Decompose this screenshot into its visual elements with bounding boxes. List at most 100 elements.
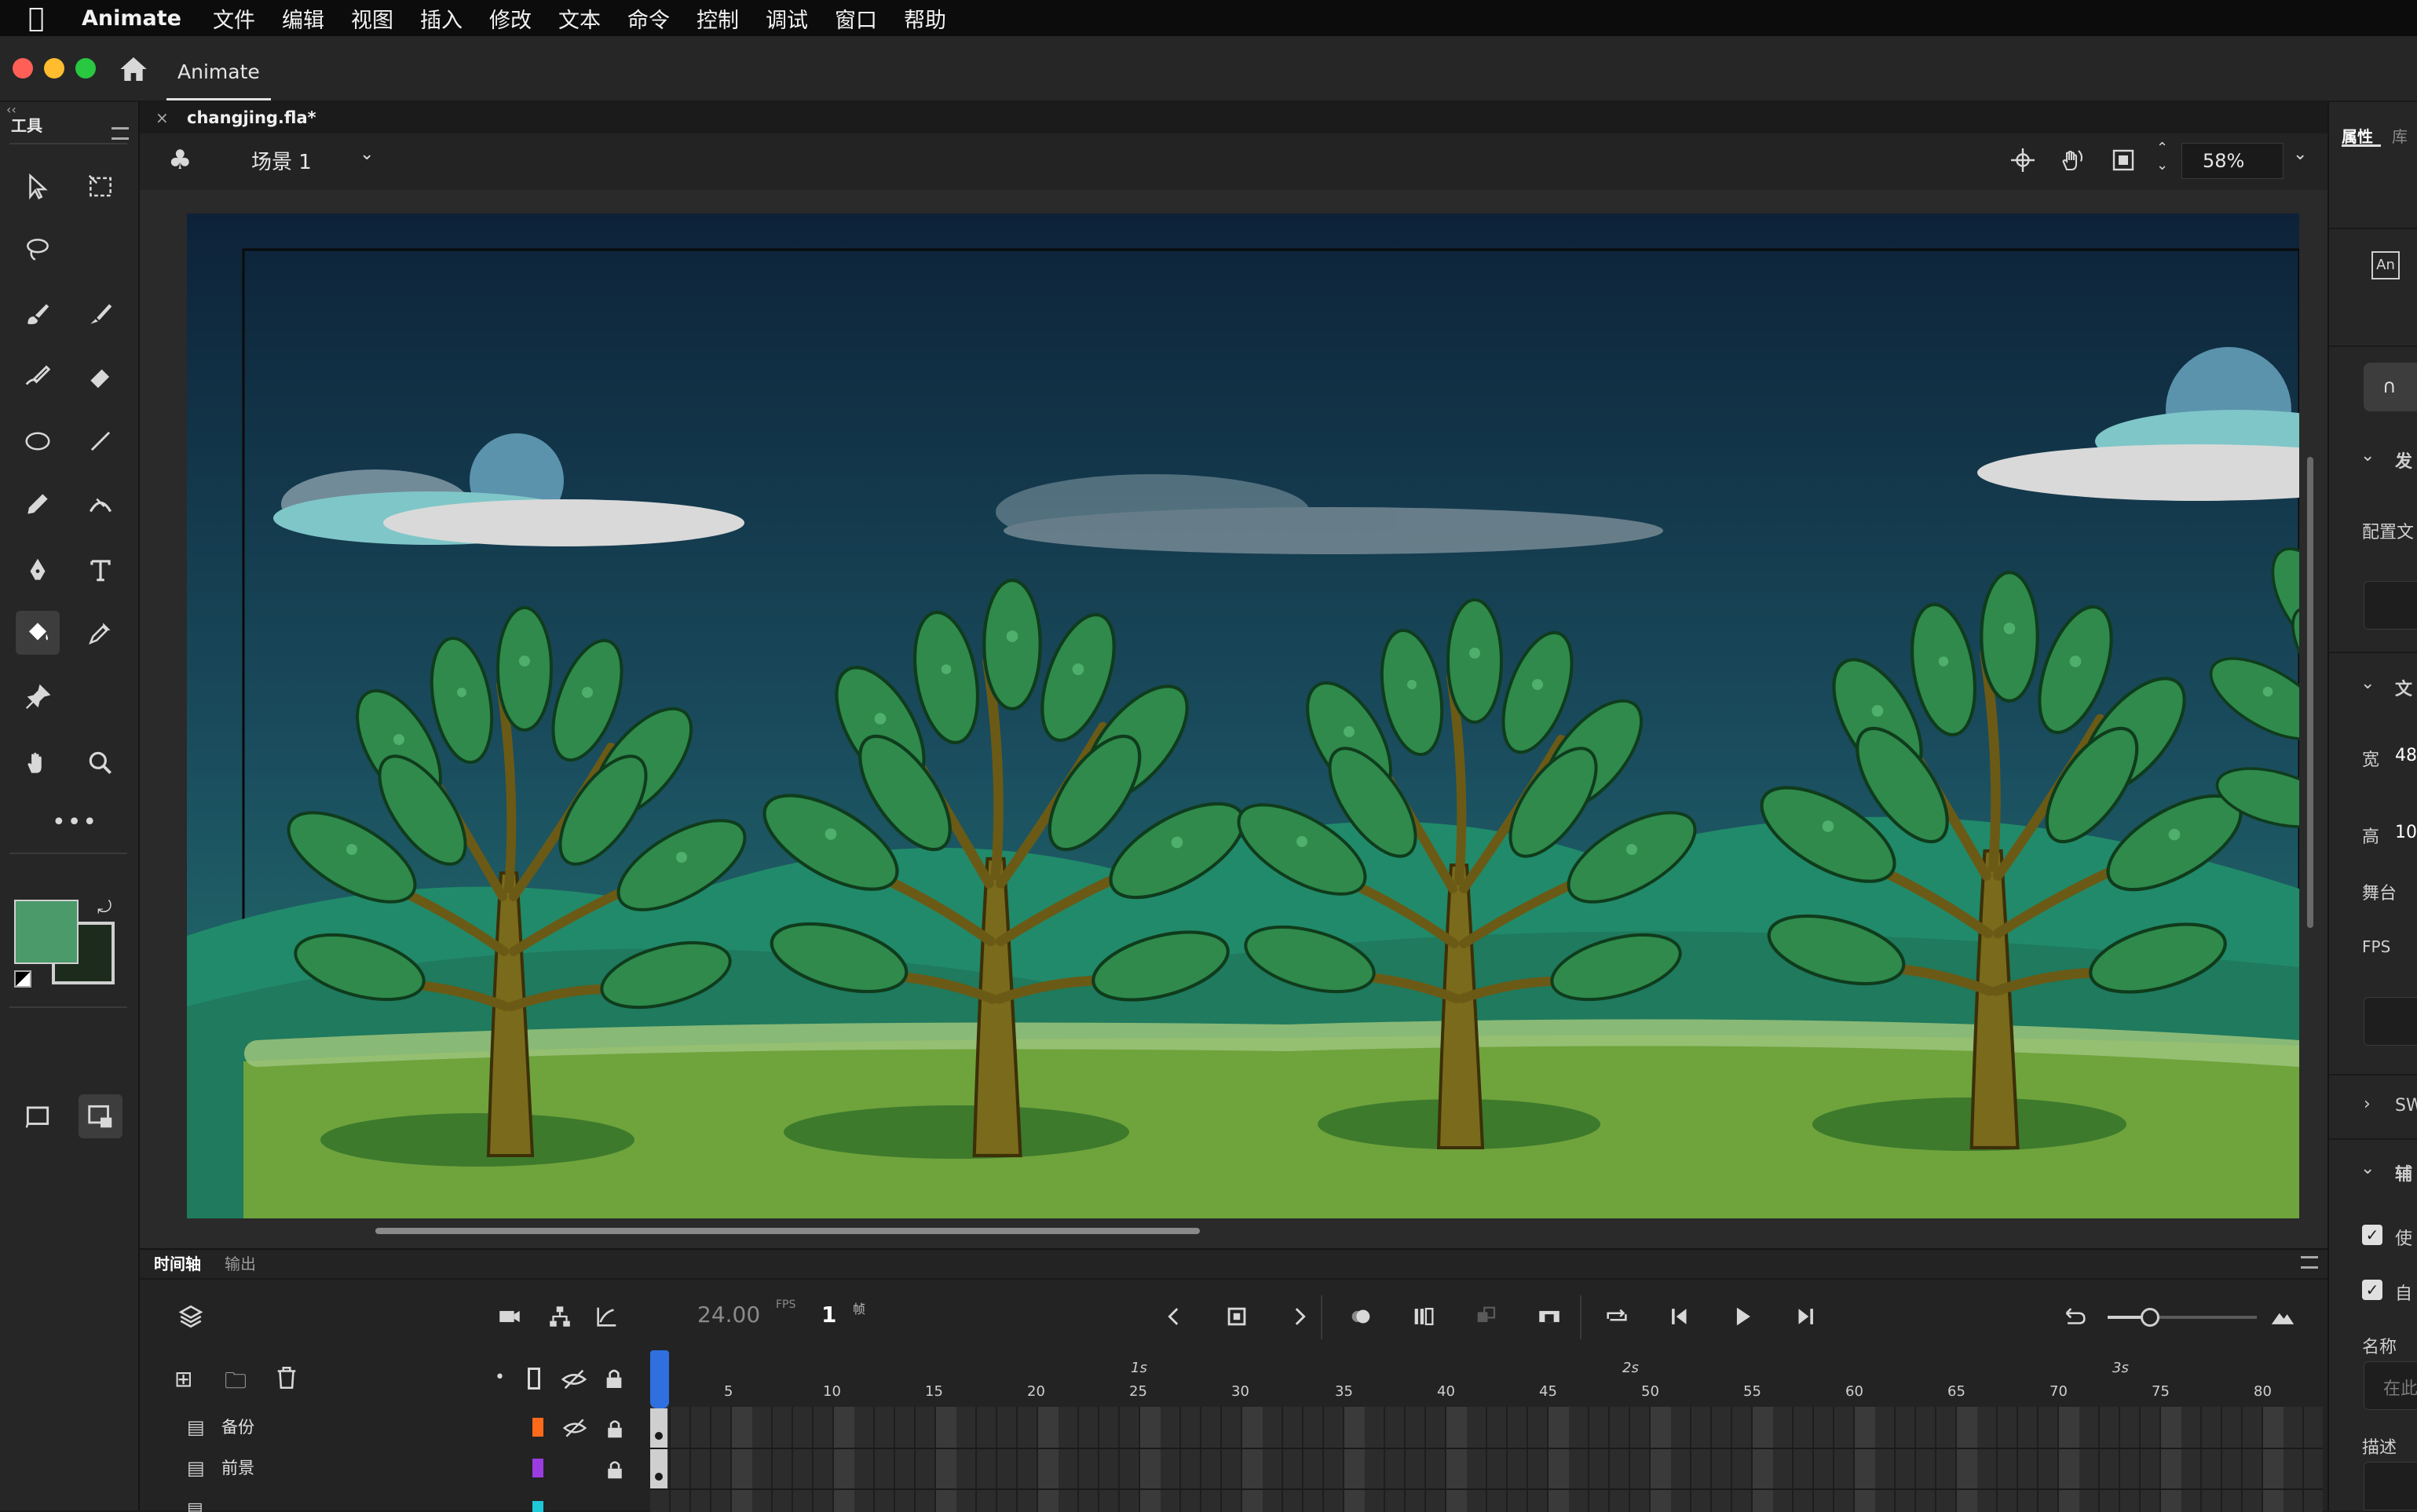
text-tool-icon[interactable] <box>79 548 122 592</box>
rotate-stage-icon[interactable] <box>2057 146 2089 177</box>
menu-help[interactable]: 帮助 <box>904 3 946 34</box>
oval-tool-icon[interactable] <box>16 419 60 463</box>
keyframe[interactable] <box>650 1449 667 1488</box>
app-menu[interactable]: Animate <box>82 6 181 31</box>
horizontal-scrollbar[interactable] <box>375 1228 1200 1234</box>
chevron-down-icon[interactable]: ⌄ <box>2360 674 2375 693</box>
tab-timeline[interactable]: 时间轴 <box>154 1250 201 1278</box>
checkbox-checked[interactable]: ✓ <box>2362 1225 2382 1245</box>
width-value[interactable]: 48 <box>2395 746 2417 765</box>
object-drawing-icon[interactable] <box>16 1094 60 1138</box>
free-transform-tool-icon[interactable] <box>79 165 122 209</box>
eraser-tool-icon[interactable] <box>79 355 122 399</box>
menu-debug[interactable]: 调试 <box>766 3 808 34</box>
app-tab[interactable]: Animate <box>166 46 271 100</box>
step-forward-icon[interactable] <box>1786 1297 1825 1336</box>
line-tool-icon[interactable] <box>79 419 122 463</box>
tab-library[interactable]: 库 <box>2392 124 2408 147</box>
menu-window[interactable]: 窗口 <box>835 3 877 34</box>
zoom-input[interactable]: 58% <box>2181 143 2284 179</box>
checkbox-checked[interactable]: ✓ <box>2362 1280 2382 1300</box>
layer-name[interactable]: 前景 <box>221 1448 254 1488</box>
edit-multiple-frames-icon[interactable] <box>1404 1297 1443 1336</box>
onion-skin-icon[interactable] <box>1341 1297 1380 1336</box>
chevron-down-icon[interactable]: ⌄ <box>2360 446 2375 466</box>
section-swf[interactable]: SW <box>2395 1096 2417 1116</box>
lock-fill-icon[interactable] <box>79 1094 122 1138</box>
vertical-scrollbar[interactable] <box>2307 457 2313 928</box>
chevron-down-icon[interactable]: ⌄ <box>2360 1159 2375 1178</box>
close-tab-icon[interactable]: × <box>155 108 169 127</box>
highlight-dot-icon[interactable]: • <box>495 1368 505 1387</box>
description-input[interactable] <box>2364 1462 2417 1510</box>
pin-tool-icon[interactable] <box>16 675 60 719</box>
layer-row[interactable]: ▤ 备份 <box>140 1407 650 1448</box>
selection-tool-icon[interactable] <box>16 165 60 209</box>
lock-icon[interactable] <box>603 1455 627 1479</box>
tab-output[interactable]: 输出 <box>225 1250 256 1278</box>
insert-blank-frame-icon[interactable] <box>1530 1297 1569 1336</box>
zoom-dropdown-icon[interactable]: ⌄ <box>2293 144 2307 164</box>
menu-view[interactable]: 视图 <box>351 3 393 34</box>
lasso-tool-icon[interactable] <box>16 228 60 272</box>
width-tool-icon[interactable] <box>79 482 122 526</box>
tab-properties[interactable]: 属性 <box>2342 124 2373 147</box>
minimize-window-button[interactable] <box>44 58 64 79</box>
fps-input[interactable] <box>2364 997 2417 1046</box>
swap-colors-icon[interactable]: ⤾ <box>97 898 112 918</box>
brush-tool-icon[interactable] <box>79 292 122 336</box>
prev-keyframe-icon[interactable] <box>1154 1297 1194 1336</box>
edit-symbols-icon[interactable]: ♣ <box>168 144 192 176</box>
zoom-window-button[interactable] <box>75 58 96 79</box>
frames-area[interactable]: 1s 2s 3s 5 10 15 20 25 30 35 40 45 50 55… <box>650 1350 2323 1512</box>
menu-modify[interactable]: 修改 <box>489 3 532 34</box>
layer-color-swatch[interactable] <box>532 1418 543 1437</box>
menu-control[interactable]: 控制 <box>697 3 739 34</box>
slider-knob[interactable] <box>2141 1308 2159 1327</box>
outline-toggle-icon[interactable] <box>528 1368 540 1390</box>
section-publish[interactable]: 发 <box>2395 447 2412 473</box>
layer-row[interactable]: ▤ 前景 <box>140 1448 650 1488</box>
document-tab[interactable]: changjing.fla* <box>171 102 332 133</box>
paint-bucket-tool-icon[interactable] <box>16 611 60 655</box>
fluid-brush-tool-icon[interactable] <box>16 355 60 399</box>
lock-icon[interactable] <box>603 1415 627 1438</box>
undo-icon[interactable] <box>2056 1297 2095 1336</box>
clip-content-icon[interactable] <box>2109 146 2141 177</box>
scene-selector[interactable]: 场景 1 <box>251 146 312 175</box>
headphones-icon[interactable]: ∩ <box>2364 363 2417 411</box>
menu-commands[interactable]: 命令 <box>627 3 670 34</box>
pencil-tool-icon[interactable] <box>16 482 60 526</box>
add-layer-icon[interactable]: ⊞ <box>174 1366 192 1392</box>
mountains-icon[interactable] <box>2263 1297 2302 1336</box>
next-keyframe-icon[interactable] <box>1280 1297 1319 1336</box>
hand-tool-icon[interactable] <box>16 741 60 785</box>
layer-name[interactable]: 备份 <box>221 1407 254 1448</box>
menu-text[interactable]: 文本 <box>558 3 601 34</box>
paint-brush-tool-icon[interactable] <box>16 292 60 336</box>
close-window-button[interactable] <box>13 58 33 79</box>
layers-icon[interactable] <box>171 1297 210 1336</box>
zoom-tool-icon[interactable] <box>79 741 122 785</box>
section-document[interactable]: 文 <box>2395 675 2412 700</box>
home-icon[interactable] <box>118 53 149 85</box>
create-tween-icon[interactable] <box>1467 1297 1506 1336</box>
step-back-icon[interactable] <box>1660 1297 1699 1336</box>
loop-icon[interactable] <box>1597 1297 1636 1336</box>
layer-row-partial[interactable]: ▤ <box>187 1496 627 1512</box>
height-value[interactable]: 10 <box>2395 823 2417 842</box>
default-colors-icon[interactable] <box>14 970 31 988</box>
timeline-zoom-slider[interactable] <box>2108 1308 2257 1327</box>
current-frame[interactable]: 1 <box>821 1302 836 1328</box>
play-icon[interactable] <box>1723 1297 1762 1336</box>
insert-keyframe-icon[interactable] <box>1217 1297 1256 1336</box>
eyedropper-tool-icon[interactable] <box>79 611 122 655</box>
camera-icon[interactable] <box>490 1297 529 1336</box>
menu-file[interactable]: 文件 <box>213 3 255 34</box>
hide-all-icon[interactable] <box>561 1366 589 1391</box>
pen-tool-icon[interactable] <box>16 548 60 592</box>
hidden-eye-icon[interactable] <box>562 1415 589 1438</box>
layer-parenting-icon[interactable] <box>540 1297 580 1336</box>
stroke-color-swatch[interactable] <box>14 900 79 964</box>
add-folder-icon[interactable]: 🗀 <box>225 1364 247 1402</box>
